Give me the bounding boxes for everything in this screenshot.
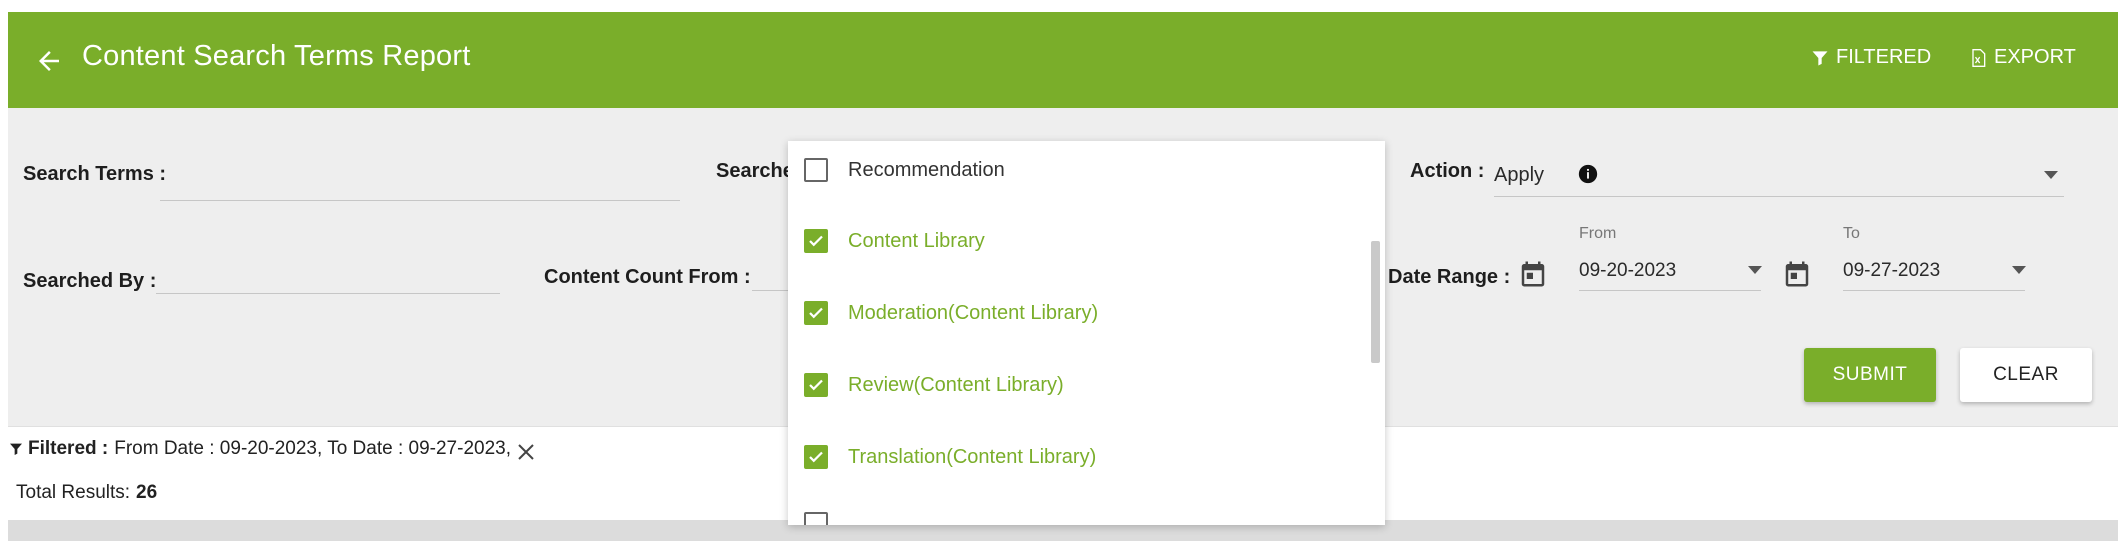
action-select-value[interactable]: Apply [1494,164,1544,187]
total-results-count: 26 [136,482,158,503]
checkbox-checked[interactable] [804,373,828,397]
option-label: Recommendation [848,158,1005,181]
action-select-underline [1494,196,2064,197]
dropdown-option[interactable]: Review(Content Library) [804,370,1064,400]
action-label: Action : [1410,160,1485,182]
filtered-button[interactable]: FILTERED [1810,46,1931,69]
info-icon[interactable] [1577,163,1599,185]
back-arrow-icon[interactable] [34,46,64,76]
checkbox[interactable] [804,512,828,525]
dropdown-option[interactable]: Moderation(Content Library) [804,298,1098,328]
check-icon [809,379,823,391]
calendar-icon[interactable] [1782,258,1812,290]
close-icon[interactable] [514,440,538,464]
to-date-underline [1843,290,2025,291]
app-header: Content Search Terms Report FILTERED EXP… [8,12,2118,108]
dropdown-option[interactable]: Content Library [804,226,985,256]
from-label: From [1579,225,1617,242]
checkbox[interactable] [804,158,828,182]
checkbox-checked[interactable] [804,229,828,253]
calendar-icon[interactable] [1518,258,1548,290]
option-label: Review(Content Library) [848,373,1064,396]
search-terms-label: Search Terms : [23,163,167,185]
chevron-down-icon[interactable] [2044,171,2058,179]
option-label: Translation(Content Library) [848,445,1097,468]
filter-summary-label: Filtered : [28,438,109,459]
excel-file-icon [1972,48,1986,67]
filter-icon [1812,50,1828,65]
date-range-label: Date Range : [1388,266,1511,288]
searched-in-dropdown: Recommendation Content Library Moderatio… [788,141,1385,525]
dropdown-option[interactable]: Recommendation [804,155,1005,185]
export-label: EXPORT [1994,46,2076,68]
filtered-label: FILTERED [1836,46,1932,68]
searched-in-label: Searche [716,160,794,182]
dropdown-option[interactable]: Translation(Content Library) [804,442,1096,472]
export-button[interactable]: EXPORT [1968,46,2076,69]
dropdown-scrollbar[interactable] [1371,241,1380,363]
checkbox-checked[interactable] [804,445,828,469]
from-date-underline [1579,290,1761,291]
to-date-value[interactable]: 09-27-2023 [1843,260,1940,282]
filter-icon [10,443,22,455]
chevron-down-icon[interactable] [2012,266,2026,274]
search-terms-input[interactable] [160,200,680,201]
searched-by-label: Searched By : [23,270,157,292]
clear-button[interactable]: CLEAR [1960,348,2092,402]
option-label: Moderation(Content Library) [848,301,1099,324]
submit-button[interactable]: SUBMIT [1804,348,1936,402]
searched-by-input[interactable] [156,293,500,294]
check-icon [809,307,823,319]
from-date-value[interactable]: 09-20-2023 [1579,260,1676,282]
total-results-label: Total Results: [16,482,131,503]
to-label: To [1843,225,1860,242]
filter-summary-text: From Date : 09-20-2023, To Date : 09-27-… [114,438,511,459]
chevron-down-icon[interactable] [1748,266,1762,274]
filter-summary: Filtered : From Date : 09-20-2023, To Da… [8,438,511,460]
total-results: Total Results: 26 [16,482,157,504]
page-title: Content Search Terms Report [82,40,471,72]
check-icon [809,235,823,247]
content-count-label: Content Count From : [544,266,751,288]
dropdown-option-partial[interactable] [804,509,848,525]
checkbox-checked[interactable] [804,301,828,325]
option-label: Content Library [848,229,985,252]
check-icon [809,451,823,463]
